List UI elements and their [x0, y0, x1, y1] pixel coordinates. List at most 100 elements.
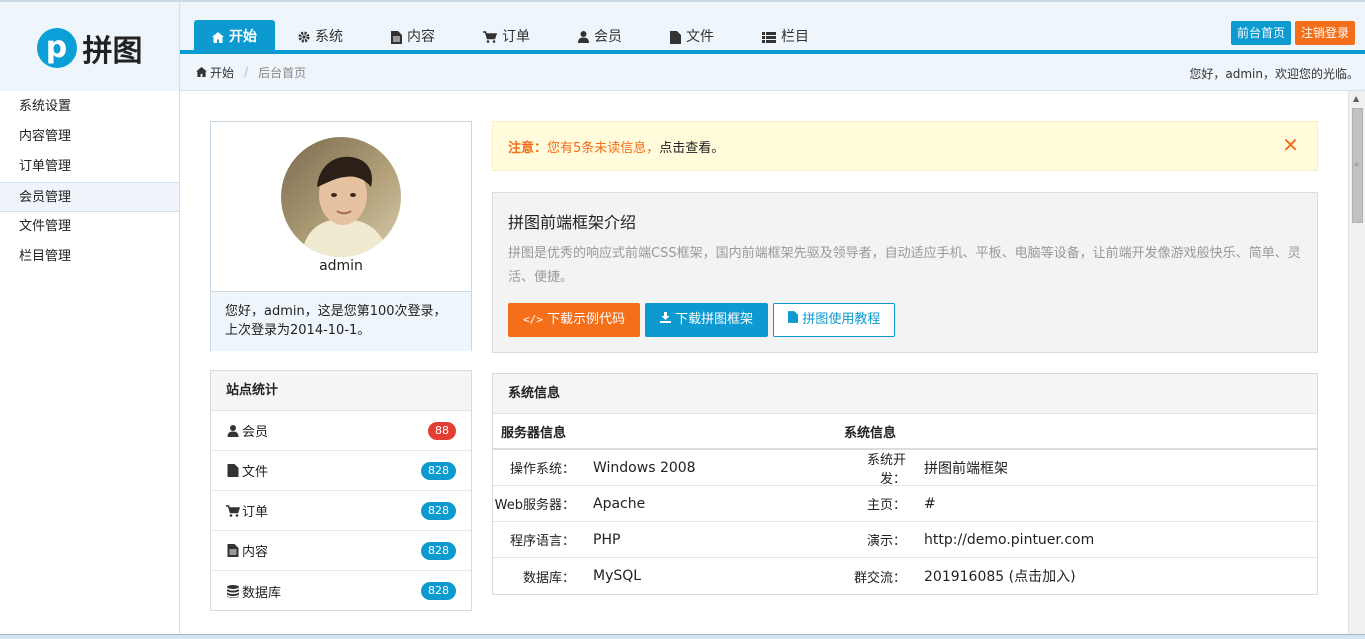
- avatar[interactable]: [281, 137, 401, 257]
- profile-name: admin: [319, 258, 363, 274]
- main-nav: 开始 系统 内容 订单 会员 文件 栏目: [180, 20, 822, 54]
- notice-prefix: 注意：: [508, 140, 548, 156]
- breadcrumb: 开始 / 后台首页 您好，admin，欢迎您的光临。: [180, 54, 1365, 91]
- user-icon: [578, 31, 589, 43]
- sidebar-item-files[interactable]: 文件管理: [0, 212, 179, 242]
- stat-label: 会员: [242, 425, 269, 440]
- row-key: 数据库：: [522, 570, 575, 586]
- home-icon: [212, 31, 224, 43]
- stat-row-content[interactable]: 内容 828: [211, 531, 471, 571]
- scroll-grip-icon: ≡: [1354, 161, 1360, 168]
- os-taskbar: [0, 634, 1365, 639]
- sidebar-item-content[interactable]: 内容管理: [0, 122, 179, 152]
- site-stats-title: 站点统计: [211, 371, 471, 411]
- intro-title: 拼图前端框架介绍: [508, 213, 637, 232]
- stat-badge: 88: [428, 422, 456, 440]
- qq-group-link[interactable]: 201916085 (点击加入): [924, 566, 1317, 586]
- breadcrumb-root[interactable]: 开始: [210, 64, 234, 81]
- database-icon: [227, 584, 239, 598]
- download-demo-label: 下载示例代码: [547, 312, 626, 327]
- demo-link[interactable]: http://demo.pintuer.com: [924, 532, 1317, 548]
- intro-panel: 拼图前端框架介绍 拼图是优秀的响应式前端CSS框架，国内前端框架先驱及领导者，自…: [492, 192, 1318, 353]
- file-icon: [788, 311, 799, 323]
- tab-system-label: 系统: [315, 29, 343, 45]
- row-value: PHP: [593, 531, 621, 548]
- row-value: MySQL: [593, 568, 642, 584]
- row-value[interactable]: #: [924, 496, 1317, 512]
- download-framework-button[interactable]: 下载拼图框架: [645, 303, 769, 337]
- stat-label: 数据库: [242, 585, 282, 601]
- sidebar: 系统设置 内容管理 订单管理 会员管理 文件管理 栏目管理: [0, 91, 180, 639]
- stat-row-members[interactable]: 会员 88: [211, 411, 471, 451]
- cart-icon: [483, 31, 497, 43]
- table-row: 数据库： MySQL 群交流： 201916085 (点击加入): [493, 558, 1317, 594]
- download-icon: [660, 312, 672, 323]
- row-key: 主页：: [866, 498, 906, 513]
- intro-text: 拼图是优秀的响应式前端CSS框架，国内前端框架先驱及领导者，自动适应手机、平板、…: [508, 246, 1301, 285]
- tab-system[interactable]: 系统: [285, 20, 356, 54]
- tab-members-label: 会员: [594, 29, 622, 45]
- sidebar-item-columns[interactable]: 栏目管理: [0, 242, 179, 272]
- row-value: 拼图前端框架: [924, 460, 1008, 477]
- tab-content-label: 内容: [407, 29, 435, 45]
- notice-unread[interactable]: 您有5条未读信息，: [547, 137, 659, 156]
- file-icon: [670, 30, 681, 44]
- home-icon: [196, 67, 207, 77]
- stat-row-files[interactable]: 文件 828: [211, 451, 471, 491]
- system-info-title: 系统信息: [493, 374, 1317, 414]
- stat-label: 订单: [242, 505, 269, 520]
- system-info-col-header: 系统信息: [844, 425, 897, 441]
- vertical-scrollbar[interactable]: ▲ ≡: [1348, 91, 1365, 639]
- tab-orders[interactable]: 订单: [470, 20, 543, 54]
- sidebar-item-system-settings[interactable]: 系统设置: [0, 92, 179, 122]
- stat-badge: 828: [421, 462, 456, 480]
- system-info-panel: 系统信息 服务器信息 系统信息 操作系统： Windows 2008 系统开发：…: [492, 373, 1318, 595]
- stat-row-orders[interactable]: 订单 828: [211, 491, 471, 531]
- notice-alert[interactable]: 注意： 您有5条未读信息， 点击查看。 ✕: [492, 121, 1318, 171]
- tutorial-button[interactable]: 拼图使用教程: [773, 303, 896, 337]
- file-text-icon: [227, 544, 239, 557]
- stat-badge: 828: [421, 542, 456, 560]
- tab-content[interactable]: 内容: [378, 20, 448, 54]
- intro-buttons: </> 下载示例代码 下载拼图框架 拼图使用教程: [508, 303, 896, 337]
- tab-start[interactable]: 开始: [194, 20, 275, 54]
- row-key: 系统开发：: [866, 452, 906, 487]
- logo[interactable]: p 拼图: [0, 2, 180, 93]
- main-content: admin 您好，admin，这是您第100次登录，上次登录为2014-10-1…: [180, 91, 1348, 639]
- tab-files-label: 文件: [686, 29, 714, 45]
- download-framework-label: 下载拼图框架: [675, 312, 754, 327]
- download-demo-button[interactable]: </> 下载示例代码: [508, 303, 641, 337]
- row-key: 群交流：: [853, 570, 906, 586]
- tab-orders-label: 订单: [502, 29, 530, 45]
- breadcrumb-separator: /: [244, 65, 249, 79]
- profile-card: admin 您好，admin，这是您第100次登录，上次登录为2014-10-1…: [210, 121, 472, 351]
- stat-row-database[interactable]: 数据库 828: [211, 571, 471, 611]
- sidebar-item-members[interactable]: 会员管理: [0, 182, 179, 212]
- gear-icon: [298, 31, 310, 43]
- tab-members[interactable]: 会员: [565, 20, 635, 54]
- server-info-header: 服务器信息: [501, 425, 567, 441]
- tab-files[interactable]: 文件: [657, 20, 727, 54]
- logout-button[interactable]: 注销登录: [1294, 21, 1355, 45]
- stat-badge: 828: [421, 502, 456, 520]
- stat-label: 内容: [242, 545, 269, 560]
- site-stats-panel: 站点统计 会员 88 文件 828 订单 828 内容 828 数据库 828: [210, 370, 472, 611]
- sidebar-item-orders[interactable]: 订单管理: [0, 152, 179, 182]
- tab-columns[interactable]: 栏目: [749, 20, 822, 54]
- row-key: 演示：: [866, 534, 906, 549]
- row-key: 程序语言：: [509, 534, 575, 549]
- table-row: 程序语言： PHP 演示： http://demo.pintuer.com: [493, 522, 1317, 558]
- welcome-text: 您好，admin，欢迎您的光临。: [1189, 67, 1359, 81]
- list-icon: [762, 31, 776, 43]
- tutorial-label: 拼图使用教程: [802, 312, 881, 327]
- stat-badge: 828: [421, 582, 456, 600]
- scroll-up-icon[interactable]: ▲: [1353, 94, 1359, 103]
- close-icon[interactable]: ✕: [1282, 135, 1299, 155]
- stat-label: 文件: [242, 465, 269, 480]
- row-value: Windows 2008: [593, 459, 696, 476]
- row-key: 操作系统：: [509, 462, 575, 477]
- breadcrumb-current: 后台首页: [258, 65, 307, 80]
- frontend-home-button[interactable]: 前台首页: [1230, 21, 1291, 45]
- tab-start-label: 开始: [229, 29, 257, 45]
- table-row: Web服务器： Apache 主页： #: [493, 486, 1317, 522]
